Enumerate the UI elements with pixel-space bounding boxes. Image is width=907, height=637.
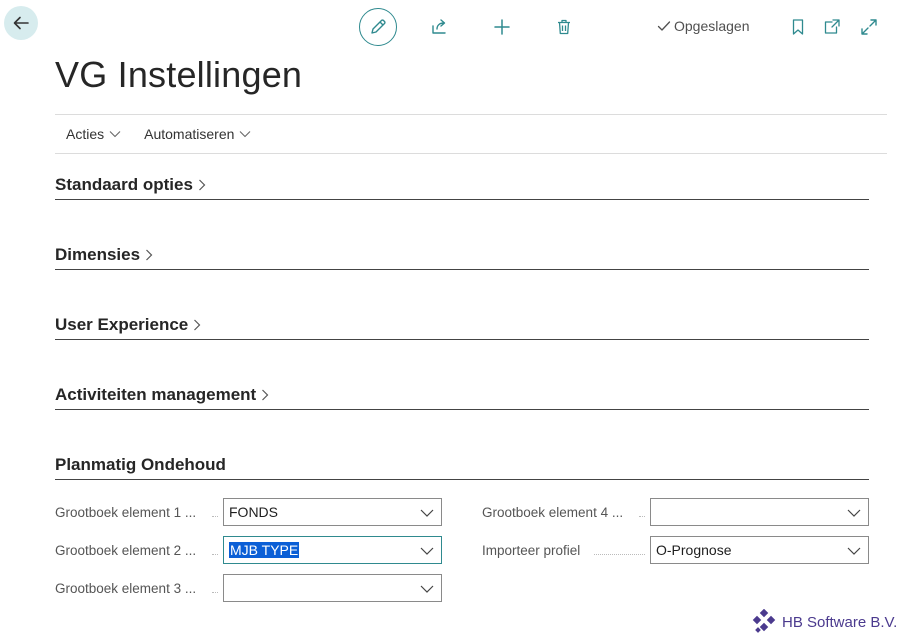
ledger-element-1-select[interactable]: FONDS [223,498,442,526]
dotted-leader [212,516,218,517]
chevron-down-icon [420,509,434,517]
section-title: Standaard opties [55,174,193,194]
page-title: VG Instellingen [55,54,303,95]
company-name: HB Software B.V. [782,613,898,631]
chevron-down-icon [420,585,434,593]
chevron-right-icon [262,389,269,400]
expand-button[interactable] [859,17,879,37]
section-activity-management[interactable]: Activiteiten management [55,380,869,410]
pencil-icon [371,19,386,34]
section-title: Activiteiten management [55,384,257,404]
automate-menu[interactable]: Automatiseren [144,126,251,142]
open-new-window-icon [824,19,840,34]
new-button[interactable] [492,17,512,37]
share-icon [432,19,446,34]
share-button[interactable] [429,17,449,37]
section-title: User Experience [55,314,189,334]
chevron-down-icon [847,509,861,517]
field-label-ledger-element-2: Grootboek element 2 ... [55,543,197,558]
section-standard-options[interactable]: Standaard opties [55,170,869,200]
ledger-element-4-select[interactable] [650,498,869,526]
dotted-leader [212,554,218,555]
ledger-element-3-select[interactable] [223,574,442,602]
bookmark-icon [792,19,804,35]
section-user-experience[interactable]: User Experience [55,310,869,340]
chevron-down-icon [420,547,434,555]
delete-button[interactable] [554,17,574,37]
select-value: O-Prognose [656,542,732,558]
field-label-ledger-element-1: Grootboek element 1 ... [55,505,197,520]
actions-menu[interactable]: Acties [66,126,121,142]
save-status-label: Opgeslagen [674,18,750,34]
section-dimensions[interactable]: Dimensies [55,240,869,270]
field-label-ledger-element-3: Grootboek element 3 ... [55,581,197,596]
trash-icon [558,19,570,35]
chevron-down-icon [240,131,251,138]
section-planned-maintenance[interactable]: Planmatig Ondehoud [55,450,869,480]
chevron-right-icon [198,179,206,190]
save-status: Opgeslagen [656,18,750,34]
back-button[interactable] [4,6,38,40]
dotted-leader [594,554,645,555]
chevron-right-icon [146,249,153,260]
dotted-leader [639,516,645,517]
chevron-down-icon [847,547,861,555]
section-title: Dimensies [55,244,141,264]
plus-icon [494,19,510,35]
company-logo: HB Software B.V. [752,609,897,635]
open-new-window-button[interactable] [822,17,842,37]
back-arrow-icon [13,16,29,30]
field-label-import-profile: Importeer profiel [482,543,581,558]
expand-icon [861,19,877,35]
actions-menu-label: Acties [66,126,105,142]
hb-logo-icon [752,609,776,633]
select-value: MJB TYPE [229,542,300,558]
field-label-ledger-element-4: Grootboek element 4 ... [482,505,624,520]
import-profile-select[interactable]: O-Prognose [650,536,869,564]
action-bar: Acties Automatiseren [55,114,887,154]
select-value: FONDS [229,504,278,520]
chevron-right-icon [194,319,201,330]
edit-button[interactable] [359,8,397,46]
checkmark-icon [657,21,671,31]
automate-menu-label: Automatiseren [144,126,235,142]
bookmark-button[interactable] [788,17,808,37]
chevron-down-icon [109,131,121,138]
ledger-element-2-select[interactable]: MJB TYPE [223,536,442,564]
dotted-leader [212,592,218,593]
section-title: Planmatig Ondehoud [55,454,226,474]
